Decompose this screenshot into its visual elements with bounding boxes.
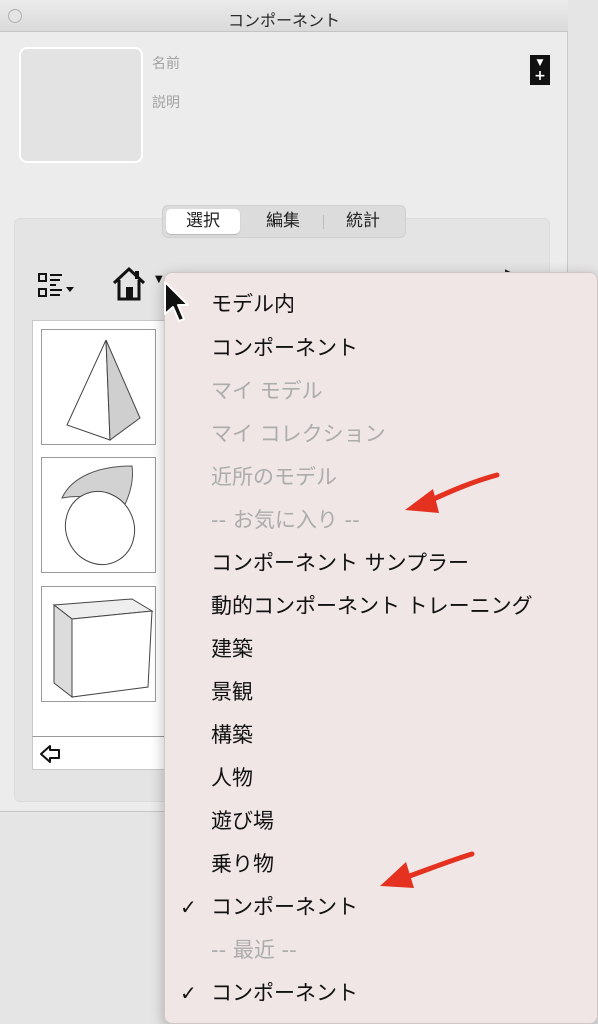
plus-icon: + [534,68,546,84]
menu-item-landscape[interactable]: 景観 [211,679,253,705]
menu-item-dynamic-components-training[interactable]: 動的コンポーネント トレーニング [211,593,533,619]
tab-edit[interactable]: 編集 [245,209,321,234]
menu-item-components[interactable]: コンポーネント [211,335,358,361]
menu-item-playground[interactable]: 遊び場 [211,808,274,834]
menu-item-components-favorite[interactable]: コンポーネント [211,894,358,920]
menu-item-in-model[interactable]: モデル内 [211,291,295,317]
home-dropdown-arrow-icon[interactable]: ▼ [155,274,163,285]
home-icon[interactable] [111,266,147,302]
cube-thumbnail-icon [52,598,154,699]
back-arrow-icon[interactable] [39,743,61,765]
checkmark-icon: ✓ [180,895,197,919]
collection-dropdown-menu[interactable]: モデル内 コンポーネント マイ モデル マイ コレクション 近所のモデル -- … [164,272,598,1024]
details-button[interactable]: ▼ + [530,55,550,85]
component-preview [19,47,143,163]
description-label: 説明 [152,95,180,111]
component-item-pyramid[interactable] [41,329,156,445]
tab-divider [323,215,324,229]
menu-item-components-recent[interactable]: コンポーネント [211,980,358,1006]
menu-header-recent: -- 最近 -- [211,938,297,962]
list-footer [32,736,167,770]
menu-item-architecture[interactable]: 建築 [211,636,253,662]
checkmark-icon: ✓ [180,981,197,1005]
menu-header-favorites: -- お気に入り -- [211,508,360,532]
menu-item-vehicles[interactable]: 乗り物 [211,851,274,877]
annotation-arrow-icon [405,472,500,513]
component-item-cube[interactable] [41,586,156,702]
tab-bar: 選択 編集 統計 [162,205,406,238]
tab-select[interactable]: 選択 [166,209,240,234]
component-item-cone[interactable] [41,457,156,573]
title-bar[interactable]: コンポーネント [0,0,568,32]
component-list[interactable] [32,320,167,770]
menu-item-component-sampler[interactable]: コンポーネント サンプラー [211,550,469,576]
cone-thumbnail-icon [61,465,136,565]
name-label: 名前 [152,56,180,72]
pyramid-thumbnail-icon [66,339,141,441]
menu-item-my-models: マイ モデル [211,379,323,403]
menu-item-my-collections: マイ コレクション [211,422,386,446]
mouse-cursor-icon [164,281,189,322]
menu-item-people[interactable]: 人物 [211,765,253,791]
list-view-icon[interactable] [38,271,78,305]
menu-item-construction[interactable]: 構築 [211,722,253,748]
window-title: コンポーネント [227,11,340,30]
annotation-arrow-icon [380,851,475,888]
menu-item-nearby-models: 近所のモデル [211,465,337,489]
tab-statistics[interactable]: 統計 [325,209,401,234]
